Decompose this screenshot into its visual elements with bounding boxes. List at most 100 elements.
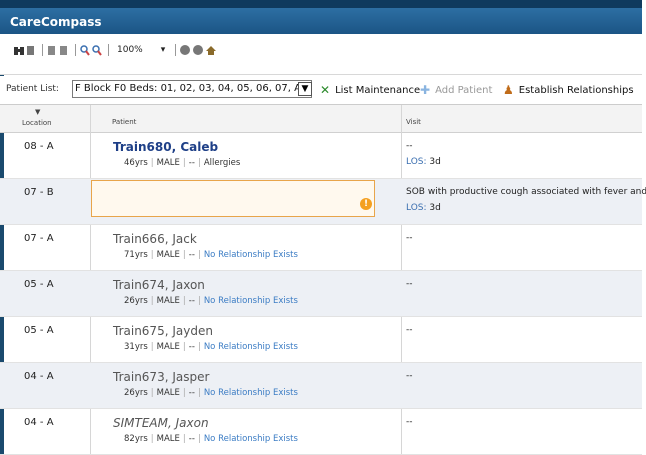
patient-sex: MALE — [156, 158, 180, 168]
title-bar: CareCompass — [0, 0, 642, 34]
patient-list-bar: Patient List: F Block F0 Beds: 01, 02, 0… — [0, 76, 642, 105]
table-row[interactable]: 04 - A Train673, Jasper 26yrs | MALE | -- | No R… — [0, 363, 642, 409]
table-row[interactable]: 05 - A Train674, Jaxon 26yrs | MALE | -- | No Re… — [0, 271, 642, 317]
patient-age: 26yrs — [124, 296, 148, 306]
toolbar-divider — [75, 44, 76, 56]
zoom-in-icon[interactable] — [80, 44, 90, 56]
visit-reason: -- — [406, 233, 413, 243]
table-row[interactable]: 04 - A SIMTEAM, Jaxon 82yrs | MALE | -- | No Rel… — [0, 409, 642, 455]
patient-age: 31yrs — [124, 342, 148, 352]
zoom-out-icon[interactable] — [92, 44, 102, 56]
patient-placeholder: -- — [188, 342, 195, 352]
patient-details: 71yrs | MALE | -- | No Relationship Exists — [124, 250, 298, 260]
patient-sex: MALE — [156, 434, 180, 444]
row-location: 05 - A — [24, 279, 54, 290]
app-title: CareCompass — [10, 15, 102, 29]
allergies-link[interactable]: Allergies — [204, 158, 241, 168]
patient-age: 82yrs — [124, 434, 148, 444]
patient-placeholder: -- — [188, 434, 195, 444]
toolbar-divider — [42, 44, 43, 56]
separator: | — [197, 434, 201, 444]
person-icon: ♟ — [503, 83, 514, 97]
selected-row-highlight — [91, 180, 375, 217]
row-location: 05 - A — [24, 325, 54, 336]
column-visit[interactable]: Visit — [406, 118, 421, 126]
patient-list-label: Patient List: — [6, 84, 59, 94]
patient-list-dropdown-arrow[interactable]: ▼ — [298, 82, 312, 96]
patient-sex: MALE — [156, 250, 180, 260]
patient-placeholder: -- — [188, 388, 195, 398]
visit-reason: -- — [406, 371, 413, 381]
document-icon[interactable] — [26, 45, 36, 56]
column-location[interactable]: Location — [22, 119, 52, 127]
patient-details: 26yrs | MALE | -- | No Relationship Exists — [124, 296, 298, 306]
row-location: 08 - A — [24, 141, 54, 152]
separator: | — [182, 434, 186, 444]
page-forward-icon[interactable] — [59, 45, 69, 56]
relationship-link[interactable]: No Relationship Exists — [204, 250, 298, 260]
patient-age: 71yrs — [124, 250, 148, 260]
zoom-level[interactable]: 100% — [117, 45, 143, 55]
patient-details: 46yrs | MALE | -- | Allergies — [124, 158, 240, 168]
patient-name-link[interactable]: Train666, Jack — [113, 232, 197, 246]
separator: | — [182, 158, 186, 168]
table-row[interactable]: 05 - A Train675, Jayden 31yrs | MALE | -- | No R… — [0, 317, 642, 363]
separator: | — [197, 388, 201, 398]
patient-name-link[interactable]: Train680, Caleb — [113, 140, 218, 154]
separator: | — [182, 388, 186, 398]
column-patient[interactable]: Patient — [112, 118, 136, 126]
patient-name-link[interactable]: Train675, Jayden — [113, 324, 213, 338]
patient-details: 31yrs | MALE | -- | No Relationship Exists — [124, 342, 298, 352]
separator: | — [150, 388, 154, 398]
separator: | — [182, 296, 186, 306]
table-row[interactable]: 08 - A Train680, Caleb 46yrs | MALE | -- | Aller… — [0, 133, 642, 179]
wrench-icon: ✕ — [320, 83, 331, 97]
patient-placeholder: -- — [188, 250, 195, 260]
separator: | — [150, 434, 154, 444]
patient-sex: MALE — [156, 296, 180, 306]
patient-placeholder: -- — [188, 296, 195, 306]
separator: | — [182, 250, 186, 260]
row-location: 04 - A — [24, 371, 54, 382]
visit-reason: -- — [406, 141, 413, 151]
relationship-link[interactable]: No Relationship Exists — [204, 388, 298, 398]
separator: | — [197, 158, 201, 168]
list-maintenance-label: List Maintenance — [335, 84, 421, 96]
warning-icon[interactable]: ! — [360, 198, 372, 210]
separator: | — [197, 296, 201, 306]
table-row[interactable]: 07 - A Train666, Jack 71yrs | MALE | -- | No Rel… — [0, 225, 642, 271]
patient-name-link[interactable]: Train674, Jaxon — [113, 278, 205, 292]
visit-reason: -- — [406, 417, 413, 427]
plus-icon: ✚ — [420, 83, 431, 97]
page-back-icon[interactable] — [47, 45, 57, 56]
visit-reason: -- — [406, 325, 413, 335]
toolbar-divider — [108, 44, 109, 56]
back-circle-icon[interactable] — [180, 45, 191, 55]
list-maintenance-button[interactable]: ✕ List Maintenance — [320, 83, 420, 97]
sort-arrow-icon[interactable]: ▼ — [35, 108, 40, 116]
separator: | — [150, 158, 154, 168]
patient-age: 46yrs — [124, 158, 148, 168]
add-patient-button[interactable]: ✚ Add Patient — [420, 83, 492, 97]
patient-name-link[interactable]: Train673, Jasper — [113, 370, 209, 384]
binoculars-icon[interactable] — [14, 45, 24, 56]
relationship-link[interactable]: No Relationship Exists — [204, 296, 298, 306]
separator: | — [182, 342, 186, 352]
patient-list-select[interactable]: F Block F0 Beds: 01, 02, 03, 04, 05, 06,… — [72, 80, 312, 98]
relationship-link[interactable]: No Relationship Exists — [204, 434, 298, 444]
los-label: LOS: — [406, 157, 427, 167]
los-label: LOS: — [406, 203, 427, 213]
patient-age: 26yrs — [124, 388, 148, 398]
separator: | — [150, 342, 154, 352]
patient-name-link[interactable]: SIMTEAM, Jaxon — [113, 416, 209, 430]
toolbar: 100% ▾ — [0, 34, 642, 75]
add-patient-label: Add Patient — [435, 84, 493, 96]
zoom-dropdown-arrow[interactable]: ▾ — [161, 45, 166, 55]
row-location: 07 - A — [24, 233, 54, 244]
establish-relationships-label: Establish Relationships — [518, 84, 634, 96]
length-of-stay: LOS: 3d — [406, 157, 441, 167]
establish-relationships-button[interactable]: ♟ Establish Relationships — [503, 83, 634, 97]
forward-circle-icon[interactable] — [193, 45, 204, 55]
home-icon[interactable] — [206, 45, 217, 56]
relationship-link[interactable]: No Relationship Exists — [204, 342, 298, 352]
